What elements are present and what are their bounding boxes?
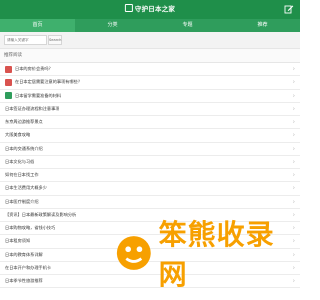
list-item-title: 日本留学需要准备的材料	[15, 92, 62, 98]
list-item-title: 日本的教育体系详解	[5, 251, 43, 257]
list-item-title: 日本的交通系统介绍	[5, 145, 43, 151]
watermark-logo-icon	[116, 236, 151, 270]
list-item[interactable]: 日本留学需要准备的材料 ›	[0, 90, 300, 103]
nav-item-home[interactable]: 首页	[0, 19, 75, 32]
list-item-title: 日本医疗制度介绍	[5, 198, 39, 204]
thumbnail-image	[5, 65, 12, 73]
list-item[interactable]: 日本的房价会贵吗？ ›	[0, 63, 300, 77]
list-item-title: 日本季节性旅游推荐	[5, 278, 43, 284]
chevron-right-icon: ›	[292, 65, 295, 73]
list-item-title: 日本的房价会贵吗？	[15, 66, 53, 72]
logo-text: 守护日本之家	[134, 5, 176, 13]
chevron-right-icon: ›	[292, 145, 295, 153]
list-item-title: 在日本定居需要注意的事项有哪些？	[15, 79, 83, 85]
list-item[interactable]: 东京周边游推荐景点 ›	[0, 116, 300, 130]
list-item[interactable]: 如何在日本找工作 ›	[0, 169, 300, 183]
logo-icon	[124, 4, 133, 12]
chevron-right-icon: ›	[292, 131, 295, 139]
chevron-right-icon: ›	[292, 105, 295, 113]
thumbnail-image	[5, 78, 12, 86]
list-item[interactable]: 日本的交通系统介绍 ›	[0, 143, 300, 156]
list-item[interactable]: 在日本定居需要注意的事项有哪些？ ›	[0, 76, 300, 90]
nav-item-category[interactable]: 分类	[75, 19, 150, 32]
search-button[interactable]: Search	[48, 35, 62, 45]
list-item[interactable]: 日本医疗制度介绍 ›	[0, 196, 300, 209]
chevron-right-icon: ›	[292, 198, 295, 206]
list-item[interactable]: 日本文化与习俗 ›	[0, 156, 300, 169]
chevron-right-icon: ›	[292, 171, 295, 179]
list-item-title: 日本签证办理流程和注意事项	[5, 105, 60, 111]
watermark-text: 笨熊收录网	[158, 218, 275, 291]
list-item-title: 【资讯】日本最新政策解读及影响分析	[5, 211, 77, 217]
nav-item-recommend[interactable]: 推荐	[225, 19, 300, 32]
list-item-title: 在日本开户和办理手机卡	[5, 264, 52, 270]
list-item-title: 日本租房须知	[5, 238, 31, 244]
nav-item-topic[interactable]: 专题	[150, 19, 225, 32]
list-item-title: 如何在日本找工作	[5, 172, 39, 178]
list-item-title: 东京周边游推荐景点	[5, 119, 43, 125]
search-input[interactable]	[4, 35, 47, 45]
watermark: 笨熊收录网	[115, 218, 295, 291]
site-logo[interactable]: 守护日本之家	[124, 3, 176, 13]
section-title: 推荐阅读	[0, 49, 300, 63]
search-bar: Search	[0, 32, 300, 49]
thumbnail-image	[5, 92, 12, 100]
list-item-title: 日本购物攻略，省钱小技巧	[5, 225, 56, 231]
chevron-right-icon: ›	[292, 92, 295, 100]
chevron-right-icon: ›	[292, 158, 295, 166]
main-nav: 首页 分类 专题 推荐	[0, 19, 300, 32]
chevron-right-icon: ›	[292, 78, 295, 86]
list-item-title: 大阪美食攻略	[5, 132, 31, 138]
chevron-right-icon: ›	[292, 184, 295, 192]
list-item[interactable]: 日本签证办理流程和注意事项 ›	[0, 103, 300, 116]
app-header: 守护日本之家	[0, 0, 300, 19]
chevron-right-icon: ›	[292, 118, 295, 126]
list-item[interactable]: 日本生活费用大概多少 ›	[0, 182, 300, 196]
list-item[interactable]: 大阪美食攻略 ›	[0, 129, 300, 143]
list-item-title: 日本文化与习俗	[5, 158, 35, 164]
list-item-title: 日本生活费用大概多少	[5, 185, 47, 191]
edit-icon[interactable]	[284, 4, 294, 14]
